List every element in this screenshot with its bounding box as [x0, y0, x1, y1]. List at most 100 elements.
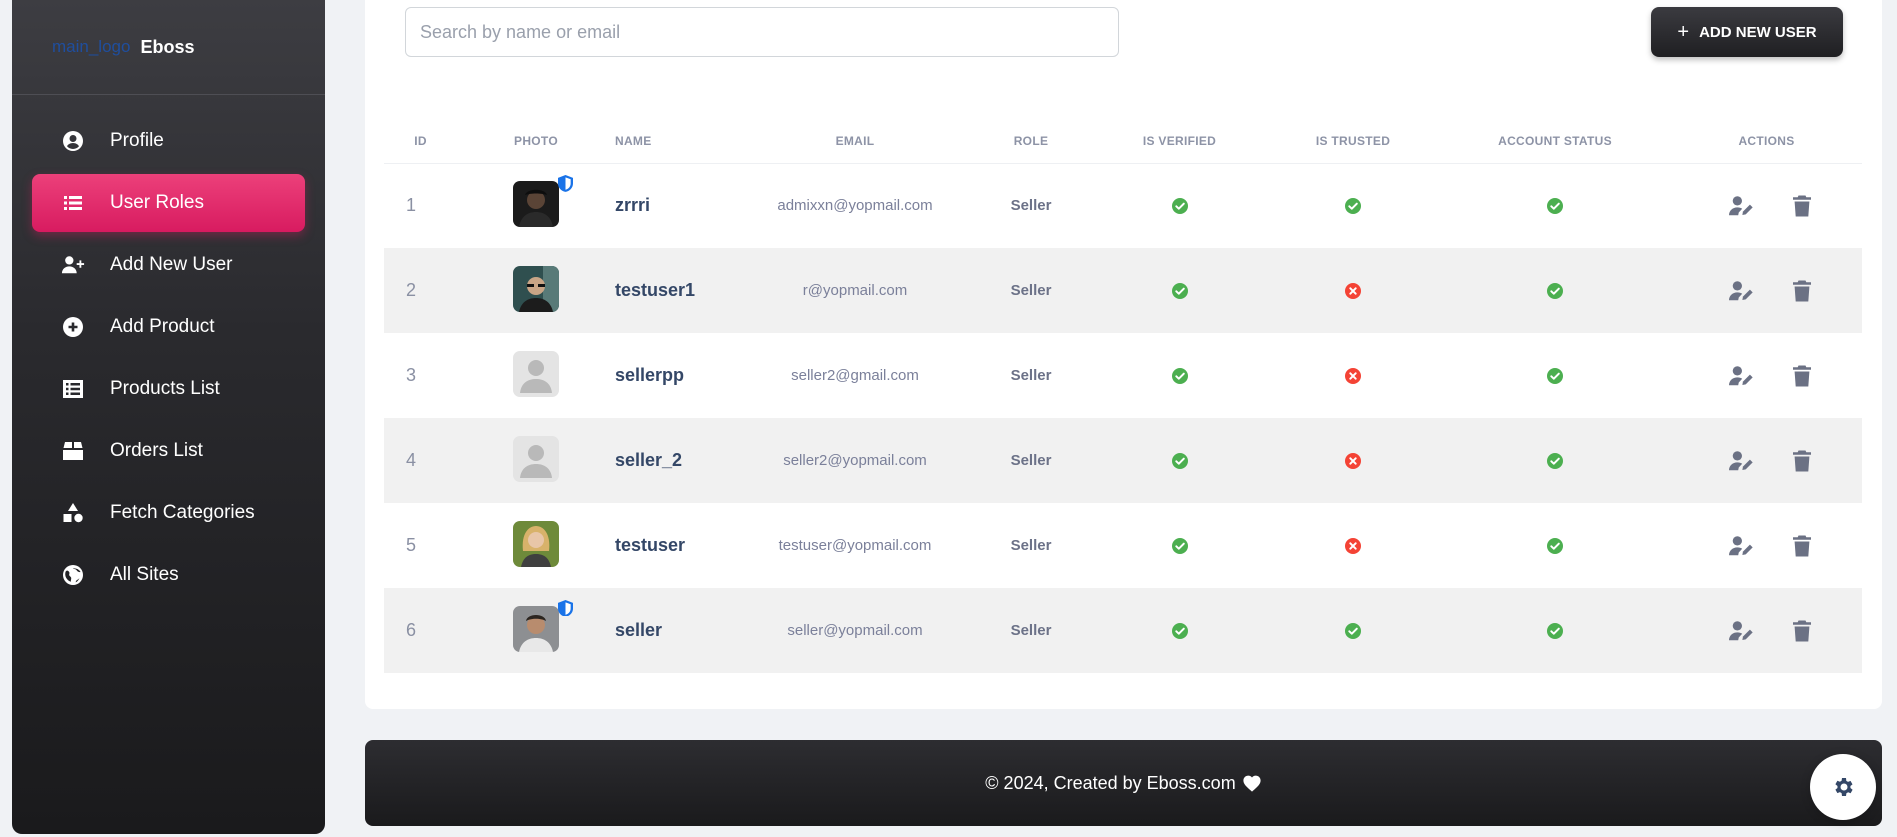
list-icon — [60, 190, 86, 216]
cell-email: seller2@yopmail.com — [740, 418, 970, 503]
brand[interactable]: main_logo Eboss — [12, 0, 325, 95]
avatar-wrap — [513, 265, 559, 312]
avatar-wrap — [513, 435, 559, 482]
settings-button[interactable] — [1810, 754, 1876, 820]
sidebar-item-add-product[interactable]: Add Product — [32, 298, 305, 356]
footer: © 2024, Created by Eboss.com — [365, 740, 1882, 826]
cell-account-status — [1439, 163, 1671, 248]
table-row: 1 zrrri admixxn@yopmail.com Seller — [384, 163, 1862, 248]
sidebar-item-orders-list[interactable]: Orders List — [32, 422, 305, 480]
cell-is-verified — [1092, 503, 1267, 588]
edit-user-icon[interactable] — [1728, 449, 1755, 473]
table-row: 4 seller_2 seller2@yopmail.com Seller — [384, 418, 1862, 503]
globe-icon — [60, 562, 86, 588]
avatar — [513, 180, 559, 227]
cell-role: Seller — [1010, 537, 1052, 554]
avatar-wrap — [513, 520, 559, 567]
add-new-user-button[interactable]: + ADD NEW USER — [1651, 7, 1843, 57]
cell-photo — [457, 588, 615, 673]
plus-icon: + — [1677, 20, 1690, 43]
table-row: 5 testuser testuser@yopmail.com Seller — [384, 503, 1862, 588]
cell-name: seller_2 — [615, 418, 740, 503]
sidebar-item-user-roles[interactable]: User Roles — [32, 174, 305, 232]
trash-icon[interactable] — [1789, 619, 1815, 643]
edit-user-icon[interactable] — [1728, 279, 1755, 303]
cell-photo — [457, 248, 615, 333]
cell-name: sellerpp — [615, 365, 685, 385]
table-row: 3 sellerpp seller2@gmail.com Seller — [384, 333, 1862, 418]
trash-icon[interactable] — [1789, 534, 1815, 558]
row-actions — [1671, 449, 1862, 473]
list-alt-icon — [60, 376, 86, 402]
avatar — [513, 265, 559, 312]
avatar-wrap — [513, 350, 559, 397]
sidebar-item-all-sites[interactable]: All Sites — [32, 546, 305, 604]
cell-email: seller@yopmail.com — [740, 588, 970, 673]
cell-is-verified — [1092, 588, 1267, 673]
cell-name: zrrri — [615, 195, 651, 216]
sidebar-item-products-list[interactable]: Products List — [32, 360, 305, 418]
cell-is-trusted — [1267, 418, 1439, 503]
x-circle-icon — [1345, 282, 1361, 300]
sidebar-item-fetch-categories[interactable]: Fetch Categories — [32, 484, 305, 542]
sidebar-item-add-new-user[interactable]: Add New User — [32, 236, 305, 294]
cell-id: 4 — [384, 418, 457, 503]
shapes-icon — [60, 500, 86, 526]
sidebar-item-profile[interactable]: Profile — [32, 112, 305, 170]
cell-account-status — [1439, 503, 1671, 588]
trash-icon[interactable] — [1789, 449, 1815, 473]
user-plus-icon — [60, 252, 86, 278]
cell-actions — [1671, 248, 1862, 333]
x-circle-icon — [1345, 452, 1361, 470]
check-circle-icon — [1547, 282, 1563, 300]
avatar-wrap — [513, 599, 573, 652]
footer-text: © 2024, Created by Eboss.com — [985, 772, 1236, 793]
cell-photo — [457, 163, 615, 248]
search-input[interactable] — [405, 7, 1119, 57]
sidebar-item-label: Products List — [110, 378, 220, 399]
header-is-trusted: IS TRUSTED — [1267, 120, 1439, 164]
table-row: 6 seller seller@yopmail.com Seller — [384, 588, 1862, 673]
sidebar-item-label: User Roles — [110, 192, 204, 213]
cell-email: admixxn@yopmail.com — [777, 197, 933, 215]
edit-user-icon[interactable] — [1728, 194, 1755, 218]
trash-icon[interactable] — [1789, 364, 1815, 388]
cell-is-trusted — [1267, 163, 1439, 248]
cell-id: 5 — [406, 535, 417, 555]
row-actions — [1671, 194, 1862, 218]
edit-user-icon[interactable] — [1728, 364, 1755, 388]
cell-is-trusted — [1267, 588, 1439, 673]
header-actions: ACTIONS — [1671, 120, 1862, 164]
header-account-status: ACCOUNT STATUS — [1439, 120, 1671, 164]
row-actions — [1671, 364, 1862, 388]
cell-role: Seller — [1010, 367, 1052, 384]
edit-user-icon[interactable] — [1728, 534, 1755, 558]
cell-role: Seller — [970, 418, 1092, 503]
check-circle-icon — [1345, 197, 1361, 215]
main-logo: main_logo — [52, 37, 131, 56]
cell-name: testuser1 — [615, 248, 740, 333]
add-new-user-label: ADD NEW USER — [1699, 23, 1817, 41]
trash-icon[interactable] — [1789, 194, 1815, 218]
check-circle-icon — [1171, 622, 1188, 640]
edit-user-icon[interactable] — [1728, 619, 1755, 643]
cell-is-verified — [1092, 248, 1267, 333]
plus-circle-icon — [60, 314, 86, 340]
cell-is-trusted — [1267, 333, 1439, 418]
shield-icon — [558, 599, 573, 617]
avatar — [513, 435, 559, 482]
gear-icon — [1835, 778, 1853, 796]
box-icon — [60, 438, 86, 464]
cell-actions — [1671, 503, 1862, 588]
cell-email: seller2@gmail.com — [791, 367, 919, 384]
user-circle-icon — [60, 128, 86, 154]
cell-actions — [1671, 163, 1862, 248]
cell-is-verified — [1092, 418, 1267, 503]
header-name: NAME — [615, 120, 740, 164]
trash-icon[interactable] — [1789, 279, 1815, 303]
check-circle-icon — [1547, 622, 1563, 640]
cell-is-trusted — [1267, 248, 1439, 333]
check-circle-icon — [1171, 367, 1188, 385]
header-is-verified: IS VERIFIED — [1092, 120, 1267, 164]
cell-actions — [1671, 333, 1862, 418]
